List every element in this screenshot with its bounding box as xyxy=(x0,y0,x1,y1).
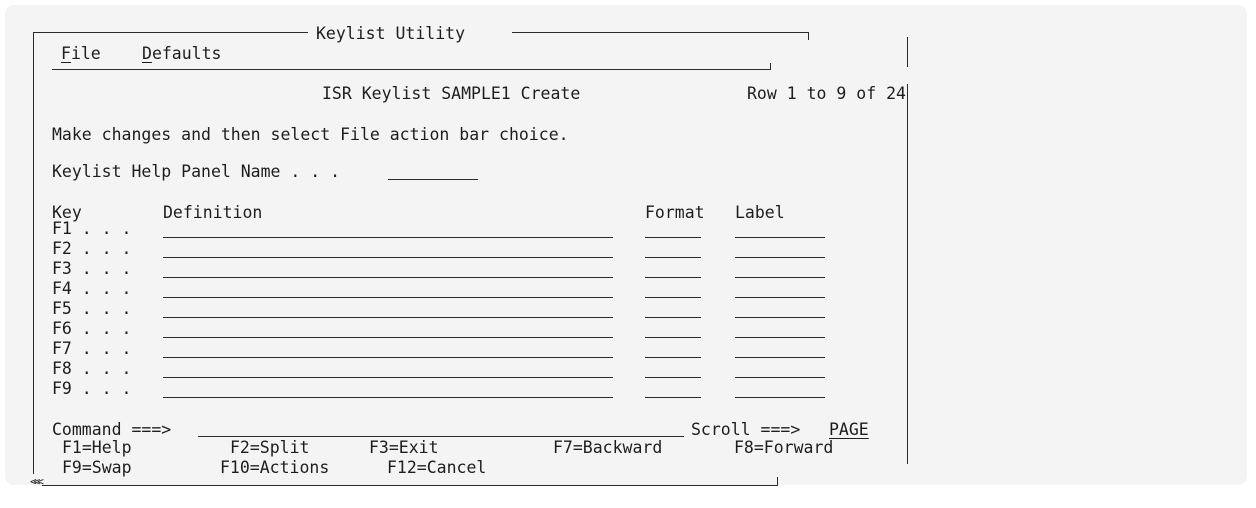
help-panel-label: Keylist Help Panel Name . . . xyxy=(52,162,341,181)
definition-input[interactable] xyxy=(163,237,613,238)
menu-defaults[interactable]: Defaults xyxy=(142,44,221,64)
row-info: Row 1 to 9 of 24 xyxy=(747,84,906,103)
key-name: F3 . . . xyxy=(52,259,132,278)
fkey-f12-cancel[interactable]: F12=Cancel xyxy=(387,458,486,478)
key-name: F6 . . . xyxy=(52,319,132,338)
column-header-format: Format xyxy=(645,203,705,222)
format-input[interactable] xyxy=(645,337,701,338)
column-header-definition: Definition xyxy=(163,203,263,222)
key-name: F8 . . . xyxy=(52,359,132,378)
panel-title: ISR Keylist SAMPLE1 Create xyxy=(322,84,581,103)
definition-input[interactable] xyxy=(163,377,613,378)
format-input[interactable] xyxy=(645,397,701,398)
format-input[interactable] xyxy=(645,377,701,378)
fkey-f7-backward[interactable]: F7=Backward xyxy=(553,438,662,458)
column-header-label: Label xyxy=(735,203,785,222)
format-input[interactable] xyxy=(645,317,701,318)
fkey-f1-help[interactable]: F1=Help xyxy=(62,438,132,458)
definition-input[interactable] xyxy=(163,317,613,318)
scroll-label: Scroll ===> xyxy=(691,420,801,439)
label-input[interactable] xyxy=(735,297,825,298)
fkey-f8-forward[interactable]: F8=Forward xyxy=(734,438,833,458)
definition-input[interactable] xyxy=(163,357,613,358)
fkey-f10-actions[interactable]: F10=Actions xyxy=(220,458,329,478)
key-name: F1 . . . xyxy=(52,219,132,238)
fkey-f3-exit[interactable]: F3=Exit xyxy=(369,438,439,458)
screenshot-background xyxy=(5,5,1247,485)
label-input[interactable] xyxy=(735,237,825,238)
menu-file[interactable]: File xyxy=(61,44,101,64)
format-input[interactable] xyxy=(645,237,701,238)
definition-input[interactable] xyxy=(163,337,613,338)
label-input[interactable] xyxy=(735,277,825,278)
format-input[interactable] xyxy=(645,357,701,358)
definition-input[interactable] xyxy=(163,297,613,298)
key-name: F4 . . . xyxy=(52,279,132,298)
label-input[interactable] xyxy=(735,377,825,378)
label-input[interactable] xyxy=(735,397,825,398)
command-input[interactable] xyxy=(198,436,684,437)
menu-defaults-mnemonic: D xyxy=(142,44,152,63)
key-name: F2 . . . xyxy=(52,239,132,258)
scroll-amount-field[interactable]: PAGE xyxy=(829,420,869,440)
command-label: Command ===> xyxy=(52,420,172,439)
menu-file-mnemonic: F xyxy=(61,44,71,63)
definition-input[interactable] xyxy=(163,277,613,278)
key-name: F5 . . . xyxy=(52,299,132,318)
instruction-text: Make changes and then select File action… xyxy=(52,125,569,144)
label-input[interactable] xyxy=(735,357,825,358)
format-input[interactable] xyxy=(645,297,701,298)
definition-input[interactable] xyxy=(163,397,613,398)
format-input[interactable] xyxy=(645,277,701,278)
fkey-f9-swap[interactable]: F9=Swap xyxy=(62,458,132,478)
format-input[interactable] xyxy=(645,257,701,258)
fkey-f2-split[interactable]: F2=Split xyxy=(230,438,309,458)
label-input[interactable] xyxy=(735,317,825,318)
scroll-left-indicator[interactable]: <<< xyxy=(30,475,44,489)
definition-input[interactable] xyxy=(163,257,613,258)
label-input[interactable] xyxy=(735,337,825,338)
key-name: F9 . . . xyxy=(52,379,132,398)
label-input[interactable] xyxy=(735,257,825,258)
key-name: F7 . . . xyxy=(52,339,132,358)
help-panel-input[interactable] xyxy=(388,179,478,180)
window-title: Keylist Utility xyxy=(316,24,466,43)
